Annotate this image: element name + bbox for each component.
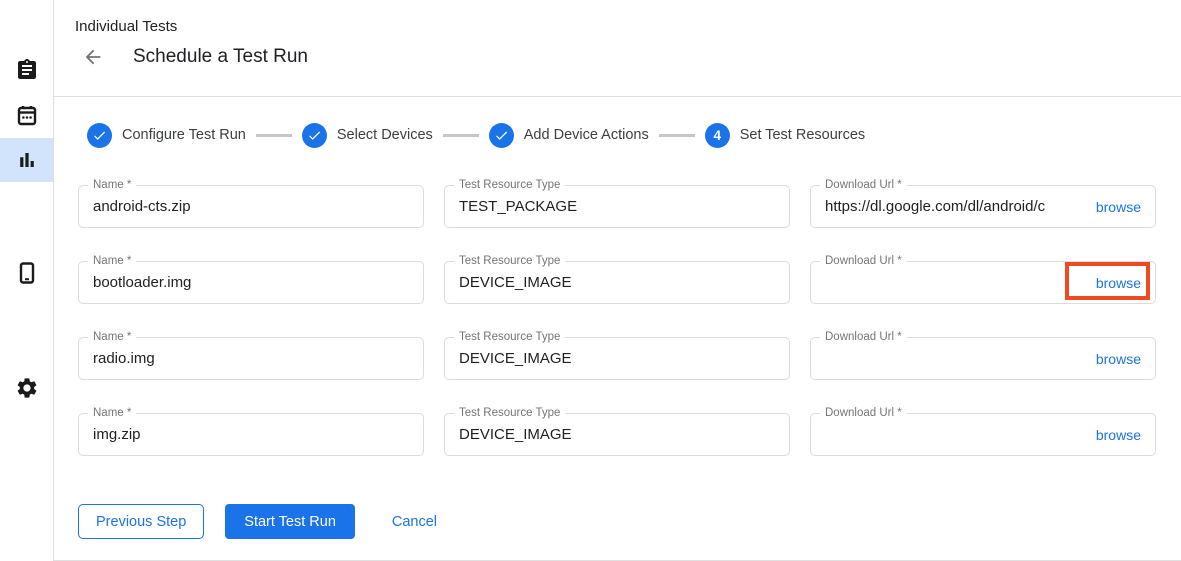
url-field-label: Download Url * bbox=[820, 331, 907, 344]
name-field-label: Name * bbox=[88, 407, 136, 420]
sidebar-item-test-plans[interactable] bbox=[0, 93, 53, 137]
sidebar-item-devices[interactable] bbox=[0, 251, 53, 295]
url-field-label: Download Url * bbox=[820, 255, 907, 268]
back-button[interactable] bbox=[80, 44, 106, 70]
previous-step-button[interactable]: Previous Step bbox=[78, 504, 204, 539]
resource-name-input[interactable]: Name * android-cts.zip bbox=[78, 185, 424, 228]
resource-row: Name * img.zip Test Resource Type DEVICE… bbox=[78, 413, 1181, 456]
main-panel: Individual Tests Schedule a Test Run Con… bbox=[54, 0, 1181, 561]
step-connector bbox=[659, 134, 695, 137]
resource-name-input[interactable]: Name * bootloader.img bbox=[78, 261, 424, 304]
bar-chart-icon bbox=[15, 148, 39, 172]
step-number: 4 bbox=[713, 128, 721, 143]
browse-link[interactable]: browse bbox=[1090, 275, 1155, 291]
action-bar: Previous Step Start Test Run Cancel bbox=[78, 504, 1181, 539]
resource-type-input[interactable]: Test Resource Type DEVICE_IMAGE bbox=[444, 413, 790, 456]
resource-row: Name * bootloader.img Test Resource Type… bbox=[78, 261, 1181, 304]
step-3[interactable]: Add Device Actions bbox=[489, 123, 649, 148]
resource-name-value: android-cts.zip bbox=[79, 198, 423, 215]
resource-name-value: img.zip bbox=[79, 426, 423, 443]
type-field-label: Test Resource Type bbox=[454, 255, 565, 268]
sidebar bbox=[0, 0, 54, 561]
step-indicator: 4 bbox=[705, 123, 730, 148]
page-header: Individual Tests Schedule a Test Run bbox=[54, 0, 1181, 97]
check-icon bbox=[494, 128, 509, 143]
stepper: Configure Test Run Select Devices Add De… bbox=[87, 122, 1181, 148]
start-test-run-button[interactable]: Start Test Run bbox=[225, 504, 355, 539]
resource-type-value: DEVICE_IMAGE bbox=[445, 426, 789, 443]
download-url-input[interactable]: Download Url * browse bbox=[810, 337, 1156, 380]
step-label: Add Device Actions bbox=[524, 127, 649, 143]
resource-name-value: bootloader.img bbox=[79, 274, 423, 291]
resource-type-value: DEVICE_IMAGE bbox=[445, 274, 789, 291]
browse-link[interactable]: browse bbox=[1090, 427, 1155, 443]
browse-link[interactable]: browse bbox=[1090, 199, 1155, 215]
type-field-label: Test Resource Type bbox=[454, 331, 565, 344]
resource-row: Name * radio.img Test Resource Type DEVI… bbox=[78, 337, 1181, 380]
download-url-input[interactable]: Download Url * browse bbox=[810, 261, 1156, 304]
resource-rows: Name * android-cts.zip Test Resource Typ… bbox=[78, 185, 1181, 456]
type-field-label: Test Resource Type bbox=[454, 407, 565, 420]
app-window: Individual Tests Schedule a Test Run Con… bbox=[0, 0, 1181, 561]
step-1[interactable]: Configure Test Run bbox=[87, 123, 246, 148]
cancel-button[interactable]: Cancel bbox=[392, 514, 437, 530]
smartphone-icon bbox=[15, 261, 39, 285]
resource-type-input[interactable]: Test Resource Type DEVICE_IMAGE bbox=[444, 337, 790, 380]
sidebar-item-test-runs[interactable] bbox=[0, 138, 53, 182]
sidebar-item-settings[interactable] bbox=[0, 366, 53, 410]
browse-link[interactable]: browse bbox=[1090, 351, 1155, 367]
step-connector bbox=[256, 134, 292, 137]
step-label: Configure Test Run bbox=[122, 127, 246, 143]
calendar-icon bbox=[15, 103, 39, 127]
step-4[interactable]: 4 Set Test Resources bbox=[705, 123, 865, 148]
step-indicator bbox=[87, 123, 112, 148]
step-indicator bbox=[302, 123, 327, 148]
name-field-label: Name * bbox=[88, 179, 136, 192]
name-field-label: Name * bbox=[88, 255, 136, 268]
page-title: Schedule a Test Run bbox=[133, 46, 308, 68]
step-indicator bbox=[489, 123, 514, 148]
resource-row: Name * android-cts.zip Test Resource Typ… bbox=[78, 185, 1181, 228]
resource-type-value: TEST_PACKAGE bbox=[445, 198, 789, 215]
download-url-input[interactable]: Download Url * browse bbox=[810, 413, 1156, 456]
gear-icon bbox=[15, 376, 39, 400]
type-field-label: Test Resource Type bbox=[454, 179, 565, 192]
sidebar-item-tests[interactable] bbox=[0, 48, 53, 92]
clipboard-icon bbox=[15, 58, 39, 82]
resource-type-value: DEVICE_IMAGE bbox=[445, 350, 789, 367]
resource-type-input[interactable]: Test Resource Type DEVICE_IMAGE bbox=[444, 261, 790, 304]
step-label: Select Devices bbox=[337, 127, 433, 143]
step-2[interactable]: Select Devices bbox=[302, 123, 433, 148]
resource-name-value: radio.img bbox=[79, 350, 423, 367]
step-connector bbox=[443, 134, 479, 137]
download-url-input[interactable]: Download Url * https://dl.google.com/dl/… bbox=[810, 185, 1156, 228]
name-field-label: Name * bbox=[88, 331, 136, 344]
download-url-value: https://dl.google.com/dl/android/c bbox=[811, 198, 1090, 215]
resource-name-input[interactable]: Name * radio.img bbox=[78, 337, 424, 380]
arrow-back-icon bbox=[82, 46, 104, 68]
url-field-label: Download Url * bbox=[820, 407, 907, 420]
breadcrumb: Individual Tests bbox=[75, 18, 177, 35]
step-label: Set Test Resources bbox=[740, 127, 865, 143]
check-icon bbox=[92, 128, 107, 143]
url-field-label: Download Url * bbox=[820, 179, 907, 192]
resource-type-input[interactable]: Test Resource Type TEST_PACKAGE bbox=[444, 185, 790, 228]
resource-name-input[interactable]: Name * img.zip bbox=[78, 413, 424, 456]
check-icon bbox=[307, 128, 322, 143]
